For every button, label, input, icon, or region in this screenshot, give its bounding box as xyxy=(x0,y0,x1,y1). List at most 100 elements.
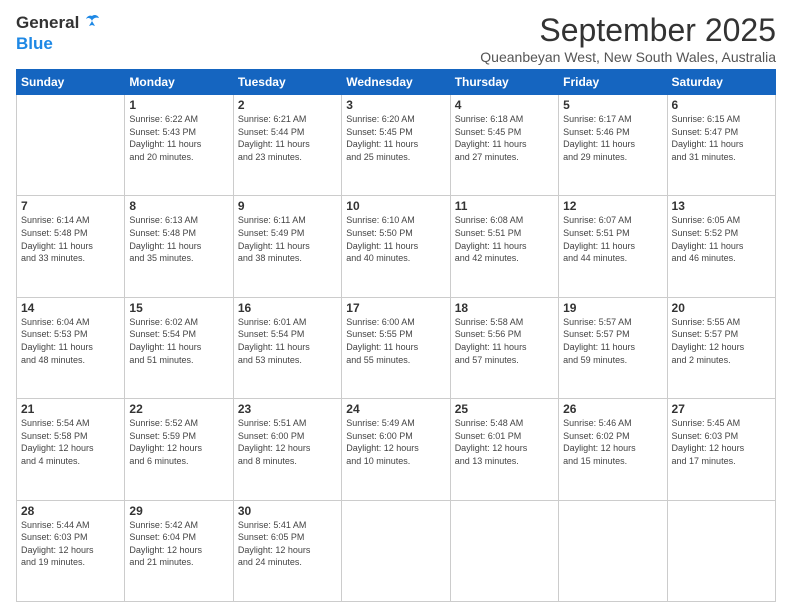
title-block: September 2025 Queanbeyan West, New Sout… xyxy=(480,12,776,65)
calendar-cell: 14Sunrise: 6:04 AMSunset: 5:53 PMDayligh… xyxy=(17,297,125,398)
day-number: 27 xyxy=(672,402,771,416)
day-info: Sunrise: 6:13 AMSunset: 5:48 PMDaylight:… xyxy=(129,214,228,264)
day-info: Sunrise: 6:14 AMSunset: 5:48 PMDaylight:… xyxy=(21,214,120,264)
calendar-cell: 30Sunrise: 5:41 AMSunset: 6:05 PMDayligh… xyxy=(233,500,341,601)
calendar-header-row: SundayMondayTuesdayWednesdayThursdayFrid… xyxy=(17,70,776,95)
day-number: 29 xyxy=(129,504,228,518)
calendar-table: SundayMondayTuesdayWednesdayThursdayFrid… xyxy=(16,69,776,602)
calendar-cell: 28Sunrise: 5:44 AMSunset: 6:03 PMDayligh… xyxy=(17,500,125,601)
day-number: 5 xyxy=(563,98,662,112)
day-number: 21 xyxy=(21,402,120,416)
day-header-monday: Monday xyxy=(125,70,233,95)
day-info: Sunrise: 6:10 AMSunset: 5:50 PMDaylight:… xyxy=(346,214,445,264)
day-number: 7 xyxy=(21,199,120,213)
day-header-saturday: Saturday xyxy=(667,70,775,95)
calendar-cell: 17Sunrise: 6:00 AMSunset: 5:55 PMDayligh… xyxy=(342,297,450,398)
day-info: Sunrise: 6:04 AMSunset: 5:53 PMDaylight:… xyxy=(21,316,120,366)
day-number: 6 xyxy=(672,98,771,112)
day-number: 12 xyxy=(563,199,662,213)
day-number: 15 xyxy=(129,301,228,315)
calendar-cell: 13Sunrise: 6:05 AMSunset: 5:52 PMDayligh… xyxy=(667,196,775,297)
day-info: Sunrise: 6:22 AMSunset: 5:43 PMDaylight:… xyxy=(129,113,228,163)
day-number: 18 xyxy=(455,301,554,315)
day-number: 14 xyxy=(21,301,120,315)
day-number: 10 xyxy=(346,199,445,213)
logo-general: General xyxy=(16,13,79,33)
calendar-week-2: 7Sunrise: 6:14 AMSunset: 5:48 PMDaylight… xyxy=(17,196,776,297)
day-info: Sunrise: 5:51 AMSunset: 6:00 PMDaylight:… xyxy=(238,417,337,467)
calendar-cell: 27Sunrise: 5:45 AMSunset: 6:03 PMDayligh… xyxy=(667,399,775,500)
day-number: 8 xyxy=(129,199,228,213)
calendar-cell: 18Sunrise: 5:58 AMSunset: 5:56 PMDayligh… xyxy=(450,297,558,398)
day-number: 26 xyxy=(563,402,662,416)
day-info: Sunrise: 6:02 AMSunset: 5:54 PMDaylight:… xyxy=(129,316,228,366)
calendar-cell xyxy=(17,95,125,196)
subtitle: Queanbeyan West, New South Wales, Austra… xyxy=(480,49,776,65)
day-number: 11 xyxy=(455,199,554,213)
day-info: Sunrise: 5:52 AMSunset: 5:59 PMDaylight:… xyxy=(129,417,228,467)
calendar-week-1: 1Sunrise: 6:22 AMSunset: 5:43 PMDaylight… xyxy=(17,95,776,196)
calendar-cell: 20Sunrise: 5:55 AMSunset: 5:57 PMDayligh… xyxy=(667,297,775,398)
day-number: 2 xyxy=(238,98,337,112)
calendar-cell: 9Sunrise: 6:11 AMSunset: 5:49 PMDaylight… xyxy=(233,196,341,297)
day-info: Sunrise: 6:00 AMSunset: 5:55 PMDaylight:… xyxy=(346,316,445,366)
logo-blue: Blue xyxy=(16,34,53,53)
day-info: Sunrise: 5:49 AMSunset: 6:00 PMDaylight:… xyxy=(346,417,445,467)
day-number: 22 xyxy=(129,402,228,416)
day-info: Sunrise: 6:15 AMSunset: 5:47 PMDaylight:… xyxy=(672,113,771,163)
day-info: Sunrise: 5:42 AMSunset: 6:04 PMDaylight:… xyxy=(129,519,228,569)
day-number: 28 xyxy=(21,504,120,518)
calendar-cell: 11Sunrise: 6:08 AMSunset: 5:51 PMDayligh… xyxy=(450,196,558,297)
day-number: 17 xyxy=(346,301,445,315)
calendar-cell: 29Sunrise: 5:42 AMSunset: 6:04 PMDayligh… xyxy=(125,500,233,601)
day-number: 20 xyxy=(672,301,771,315)
calendar-cell: 5Sunrise: 6:17 AMSunset: 5:46 PMDaylight… xyxy=(559,95,667,196)
calendar-cell: 15Sunrise: 6:02 AMSunset: 5:54 PMDayligh… xyxy=(125,297,233,398)
day-number: 30 xyxy=(238,504,337,518)
calendar-cell: 8Sunrise: 6:13 AMSunset: 5:48 PMDaylight… xyxy=(125,196,233,297)
day-info: Sunrise: 6:21 AMSunset: 5:44 PMDaylight:… xyxy=(238,113,337,163)
page: General Blue September 2025 Queanbeyan W… xyxy=(0,0,792,612)
calendar-week-4: 21Sunrise: 5:54 AMSunset: 5:58 PMDayligh… xyxy=(17,399,776,500)
calendar-week-5: 28Sunrise: 5:44 AMSunset: 6:03 PMDayligh… xyxy=(17,500,776,601)
calendar-cell: 4Sunrise: 6:18 AMSunset: 5:45 PMDaylight… xyxy=(450,95,558,196)
day-info: Sunrise: 6:01 AMSunset: 5:54 PMDaylight:… xyxy=(238,316,337,366)
calendar-cell: 21Sunrise: 5:54 AMSunset: 5:58 PMDayligh… xyxy=(17,399,125,500)
day-number: 23 xyxy=(238,402,337,416)
calendar-cell: 2Sunrise: 6:21 AMSunset: 5:44 PMDaylight… xyxy=(233,95,341,196)
calendar-cell xyxy=(559,500,667,601)
calendar-cell xyxy=(667,500,775,601)
day-number: 24 xyxy=(346,402,445,416)
calendar-cell: 22Sunrise: 5:52 AMSunset: 5:59 PMDayligh… xyxy=(125,399,233,500)
calendar-week-3: 14Sunrise: 6:04 AMSunset: 5:53 PMDayligh… xyxy=(17,297,776,398)
day-number: 19 xyxy=(563,301,662,315)
day-info: Sunrise: 6:20 AMSunset: 5:45 PMDaylight:… xyxy=(346,113,445,163)
day-header-tuesday: Tuesday xyxy=(233,70,341,95)
day-info: Sunrise: 6:11 AMSunset: 5:49 PMDaylight:… xyxy=(238,214,337,264)
calendar-cell: 12Sunrise: 6:07 AMSunset: 5:51 PMDayligh… xyxy=(559,196,667,297)
calendar-cell: 23Sunrise: 5:51 AMSunset: 6:00 PMDayligh… xyxy=(233,399,341,500)
day-info: Sunrise: 5:54 AMSunset: 5:58 PMDaylight:… xyxy=(21,417,120,467)
calendar-cell: 16Sunrise: 6:01 AMSunset: 5:54 PMDayligh… xyxy=(233,297,341,398)
day-info: Sunrise: 6:18 AMSunset: 5:45 PMDaylight:… xyxy=(455,113,554,163)
day-info: Sunrise: 5:46 AMSunset: 6:02 PMDaylight:… xyxy=(563,417,662,467)
day-header-friday: Friday xyxy=(559,70,667,95)
calendar-cell: 19Sunrise: 5:57 AMSunset: 5:57 PMDayligh… xyxy=(559,297,667,398)
day-number: 9 xyxy=(238,199,337,213)
day-info: Sunrise: 5:45 AMSunset: 6:03 PMDaylight:… xyxy=(672,417,771,467)
calendar-cell: 6Sunrise: 6:15 AMSunset: 5:47 PMDaylight… xyxy=(667,95,775,196)
day-info: Sunrise: 5:48 AMSunset: 6:01 PMDaylight:… xyxy=(455,417,554,467)
day-header-wednesday: Wednesday xyxy=(342,70,450,95)
calendar-cell: 10Sunrise: 6:10 AMSunset: 5:50 PMDayligh… xyxy=(342,196,450,297)
day-header-sunday: Sunday xyxy=(17,70,125,95)
calendar-cell xyxy=(342,500,450,601)
calendar-cell: 1Sunrise: 6:22 AMSunset: 5:43 PMDaylight… xyxy=(125,95,233,196)
day-number: 1 xyxy=(129,98,228,112)
calendar-cell: 7Sunrise: 6:14 AMSunset: 5:48 PMDaylight… xyxy=(17,196,125,297)
calendar-cell xyxy=(450,500,558,601)
logo-bird-icon xyxy=(81,12,103,34)
logo: General Blue xyxy=(16,12,103,54)
day-header-thursday: Thursday xyxy=(450,70,558,95)
header: General Blue September 2025 Queanbeyan W… xyxy=(16,12,776,65)
day-number: 4 xyxy=(455,98,554,112)
